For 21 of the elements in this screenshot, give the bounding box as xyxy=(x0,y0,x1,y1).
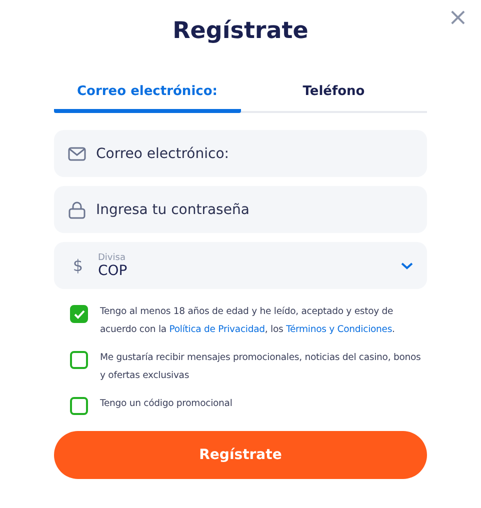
tab[interactable]: Correo electrónico: xyxy=(54,80,240,113)
chevron-down-icon xyxy=(401,262,413,270)
checkbox[interactable] xyxy=(70,397,88,415)
checkbox-label: Me gustaría recibir mensajes promocionales, noticias del casino, bonos y ofertas exclusivas xyxy=(100,351,422,383)
checkbox-label: Tengo un código promocional xyxy=(100,397,232,411)
link[interactable]: Términos y Condiciones xyxy=(286,324,392,335)
close-button[interactable]: × xyxy=(444,4,472,30)
currency-select[interactable]: $ Divisa COP xyxy=(54,242,427,289)
check-icon xyxy=(74,310,84,318)
register-button[interactable]: Regístrate xyxy=(54,431,427,479)
email-field[interactable]: Correo electrónico: xyxy=(54,130,427,177)
tab[interactable]: Teléfono xyxy=(240,80,427,113)
dialog-title: Regístrate xyxy=(172,17,310,46)
field-label: Divisa xyxy=(98,252,126,262)
dollar-icon: $ xyxy=(68,256,88,275)
password-field[interactable]: Ingresa tu contraseña xyxy=(54,186,427,233)
checkbox-label: Tengo al menos 18 años de edad y he leído, aceptado y estoy de acuerdo con la Política de Privacidad, los Términos y Condiciones. xyxy=(100,305,396,337)
link[interactable]: Política de Privacidad xyxy=(169,324,265,335)
checkbox[interactable] xyxy=(70,351,88,369)
checkbox[interactable] xyxy=(70,305,88,323)
field-value: COP xyxy=(98,262,128,278)
